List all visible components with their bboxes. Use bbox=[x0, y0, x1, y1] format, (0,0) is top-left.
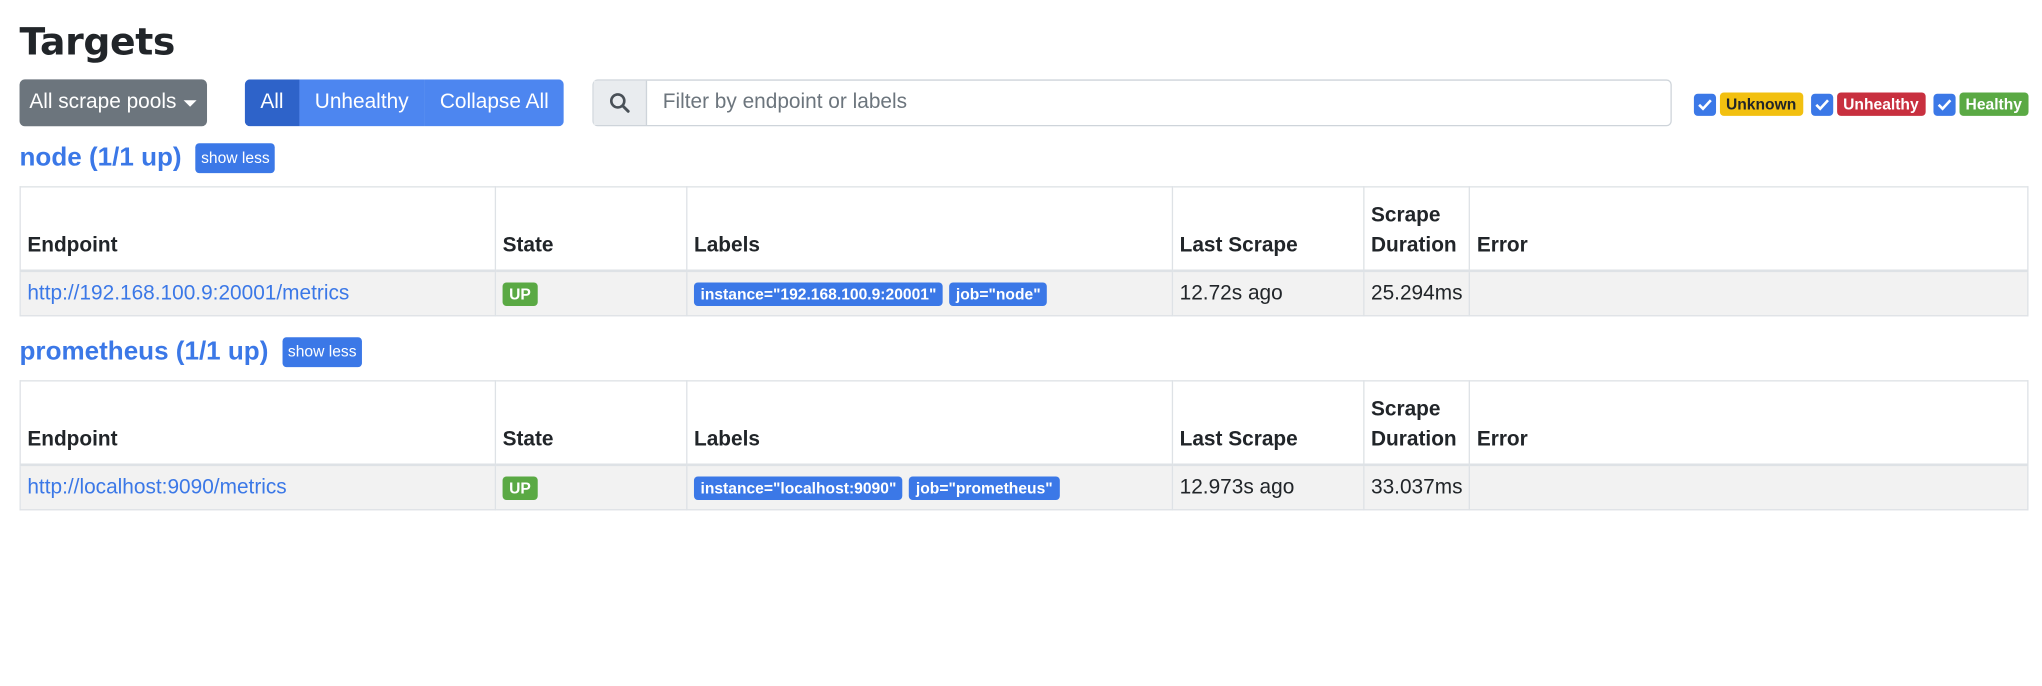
scrape-duration-line1: Scrape bbox=[1371, 398, 1441, 421]
filter-button-group: All Unhealthy Collapse All bbox=[244, 79, 565, 127]
scrape-duration-cell: 25.294ms bbox=[1363, 270, 1471, 317]
page-title: Targets bbox=[19, 19, 176, 64]
table-row: http://localhost:9090/metrics UP instanc… bbox=[19, 464, 2029, 511]
unhealthy-checkbox[interactable] bbox=[1810, 93, 1833, 116]
unknown-checkbox[interactable] bbox=[1693, 93, 1716, 116]
unknown-badge: Unknown bbox=[1719, 92, 1803, 116]
health-filters: Unknown Unhealthy Healthy bbox=[1690, 92, 2029, 116]
targets-table-node: Endpoint State Labels Last Scrape Scrape… bbox=[19, 186, 2029, 317]
column-error: Error bbox=[1469, 186, 2029, 273]
unhealthy-button[interactable]: Unhealthy bbox=[299, 79, 425, 127]
search-input[interactable] bbox=[647, 80, 1671, 125]
label-badge: instance="192.168.100.9:20001" bbox=[693, 281, 943, 306]
label-badge: job="prometheus" bbox=[909, 475, 1060, 500]
state-badge: UP bbox=[502, 475, 538, 500]
error-cell bbox=[1469, 270, 2029, 317]
column-last-scrape: Last Scrape bbox=[1171, 186, 1365, 273]
pool-link-node[interactable]: node (1/1 up) bbox=[20, 143, 182, 173]
labels-cell: instance="localhost:9090" job="prometheus… bbox=[686, 464, 1174, 511]
scrape-duration-cell: 33.037ms bbox=[1363, 464, 1471, 511]
column-scrape-duration: Scrape Duration bbox=[1363, 380, 1471, 467]
endpoint-cell: http://192.168.100.9:20001/metrics bbox=[19, 270, 497, 317]
toolbar: All scrape pools All Unhealthy Collapse … bbox=[19, 79, 2029, 127]
table-header-row: Endpoint State Labels Last Scrape Scrape… bbox=[19, 380, 2029, 467]
scrape-pools-label: All scrape pools bbox=[29, 91, 177, 114]
check-icon bbox=[1937, 98, 1951, 110]
column-scrape-duration: Scrape Duration bbox=[1363, 186, 1471, 273]
healthy-badge: Healthy bbox=[1959, 92, 2029, 116]
table-header-row: Endpoint State Labels Last Scrape Scrape… bbox=[19, 186, 2029, 273]
error-cell bbox=[1469, 464, 2029, 511]
pool-header-prometheus: prometheus (1/1 up) show less bbox=[20, 337, 362, 368]
show-less-button[interactable]: show less bbox=[195, 143, 275, 174]
show-less-button[interactable]: show less bbox=[282, 337, 362, 368]
targets-table-prometheus: Endpoint State Labels Last Scrape Scrape… bbox=[19, 380, 2029, 511]
label-badge: job="node" bbox=[949, 281, 1048, 306]
column-last-scrape: Last Scrape bbox=[1171, 380, 1365, 467]
search-icon bbox=[593, 80, 648, 125]
healthy-checkbox[interactable] bbox=[1933, 93, 1956, 116]
unhealthy-badge: Unhealthy bbox=[1836, 92, 1926, 116]
scrape-pools-dropdown[interactable]: All scrape pools bbox=[19, 79, 208, 127]
endpoint-cell: http://localhost:9090/metrics bbox=[19, 464, 497, 511]
scrape-duration-line1: Scrape bbox=[1371, 204, 1441, 227]
all-button[interactable]: All bbox=[244, 79, 300, 127]
scrape-duration-line2: Duration bbox=[1371, 234, 1457, 257]
column-error: Error bbox=[1469, 380, 2029, 467]
last-scrape-cell: 12.72s ago bbox=[1171, 270, 1365, 317]
state-cell: UP bbox=[494, 270, 688, 317]
endpoint-link[interactable]: http://localhost:9090/metrics bbox=[27, 476, 286, 498]
check-icon bbox=[1697, 98, 1712, 110]
table-row: http://192.168.100.9:20001/metrics UP in… bbox=[19, 270, 2029, 317]
labels-cell: instance="192.168.100.9:20001" job="node" bbox=[686, 270, 1174, 317]
scrape-duration-line2: Duration bbox=[1371, 428, 1457, 451]
endpoint-link[interactable]: http://192.168.100.9:20001/metrics bbox=[27, 282, 349, 304]
check-icon bbox=[1814, 98, 1829, 110]
column-labels: Labels bbox=[686, 380, 1174, 467]
column-endpoint: Endpoint bbox=[19, 380, 497, 467]
pool-header-node: node (1/1 up) show less bbox=[20, 143, 275, 174]
state-cell: UP bbox=[494, 464, 688, 511]
caret-down-icon bbox=[184, 99, 198, 107]
collapse-all-button[interactable]: Collapse All bbox=[424, 79, 565, 127]
pool-link-prometheus[interactable]: prometheus (1/1 up) bbox=[20, 337, 269, 367]
last-scrape-cell: 12.973s ago bbox=[1171, 464, 1365, 511]
label-badge: instance="localhost:9090" bbox=[693, 475, 903, 500]
column-state: State bbox=[494, 186, 688, 273]
search-box bbox=[592, 79, 1672, 127]
column-labels: Labels bbox=[686, 186, 1174, 273]
column-endpoint: Endpoint bbox=[19, 186, 497, 273]
state-badge: UP bbox=[502, 281, 538, 306]
column-state: State bbox=[494, 380, 688, 467]
